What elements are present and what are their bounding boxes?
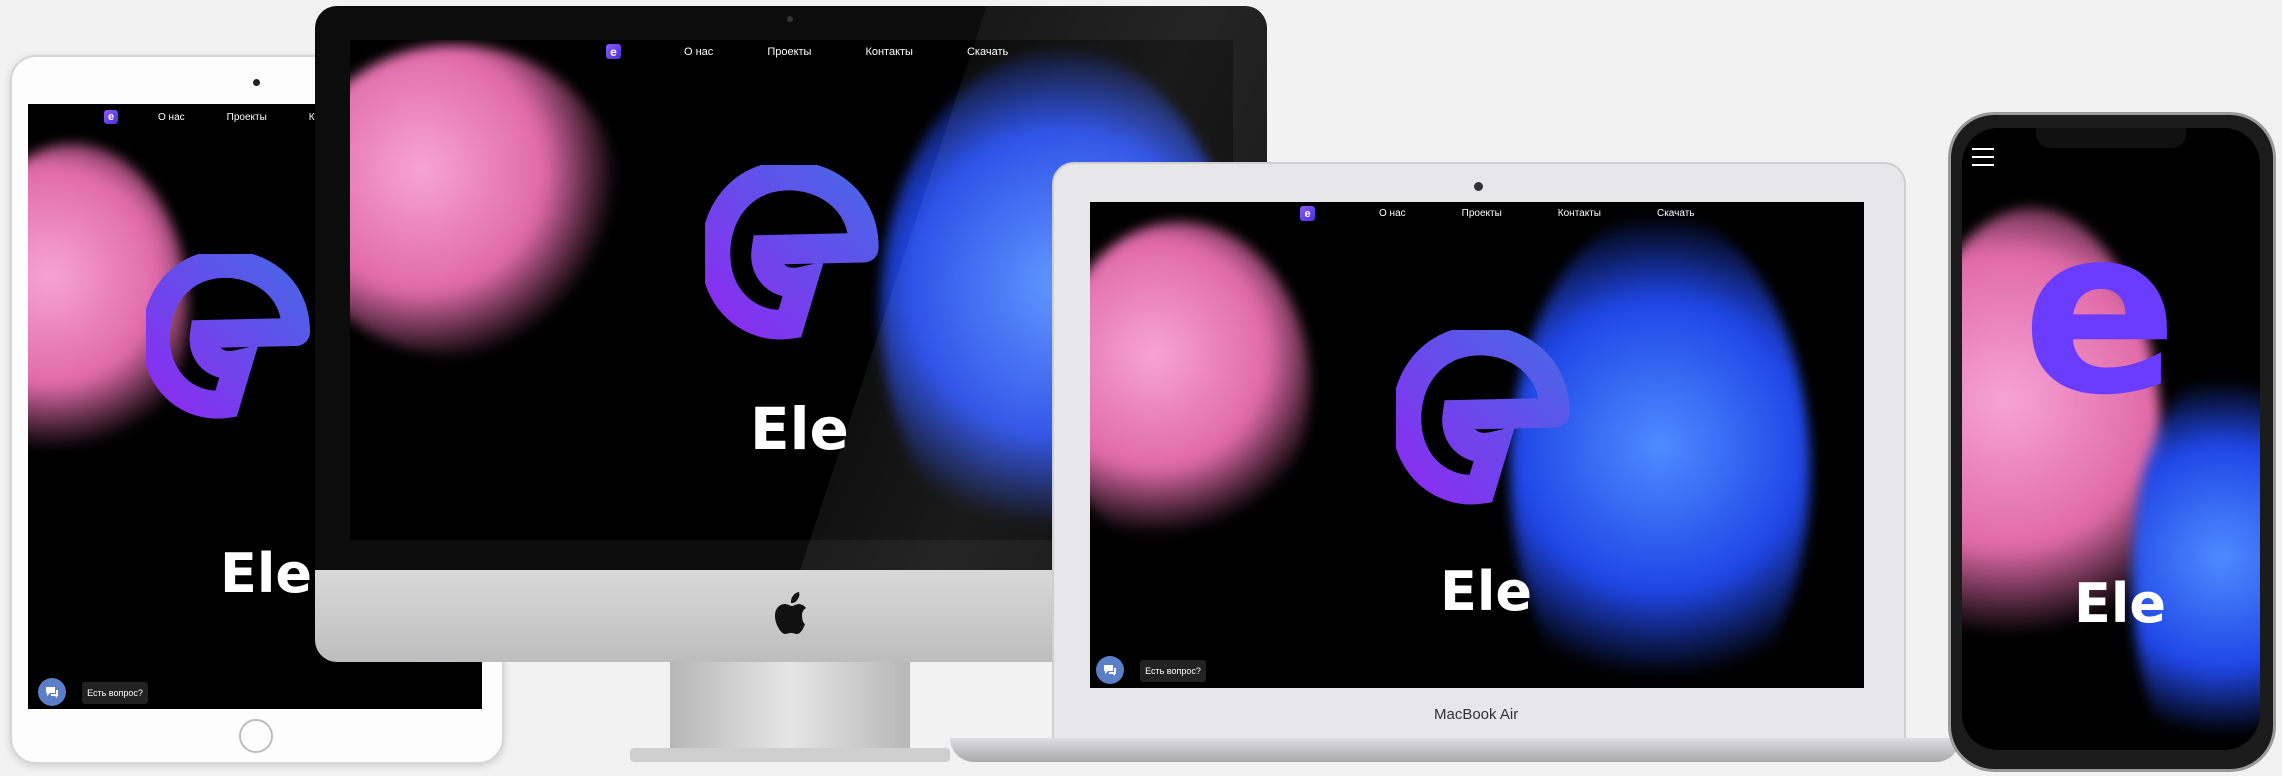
ipad-camera (253, 79, 260, 86)
apple-logo-icon (775, 592, 806, 634)
nav-link-about[interactable]: О нас (158, 112, 185, 123)
ipad-home-button (239, 719, 273, 753)
phone-notch (2036, 128, 2186, 148)
laptop-brand-label: MacBook Air (1434, 706, 1519, 723)
hero-title: Ele (220, 542, 313, 605)
nav-link-download[interactable]: Скачать (1657, 208, 1695, 219)
e-logo-icon[interactable]: e (1300, 206, 1315, 221)
hero-logo-graphic (146, 254, 310, 419)
chat-label[interactable]: Есть вопрос? (82, 682, 148, 704)
chat-button[interactable] (38, 678, 66, 706)
nav-link-about[interactable]: О нас (1379, 208, 1406, 219)
nav-link-contacts[interactable]: Контакты (865, 46, 913, 58)
hero-logo-graphic (1396, 330, 1570, 505)
hero-title: Ele (2074, 572, 2167, 635)
imac-stand (670, 662, 910, 760)
imac-foot (630, 748, 950, 762)
chat-icon (1104, 665, 1116, 676)
nav-link-projects[interactable]: Проекты (227, 112, 267, 123)
e-logo-icon[interactable]: e (606, 44, 621, 59)
hero-title: Ele (1440, 560, 1533, 623)
chat-icon (46, 687, 58, 698)
phone-screen: e Ele (1962, 128, 2260, 750)
nav-link-projects[interactable]: Проекты (767, 46, 811, 58)
menu-icon[interactable] (1972, 148, 1994, 166)
imac-camera (787, 16, 793, 22)
hero-logo-letter: e (2022, 179, 2178, 446)
nav-link-about[interactable]: О нас (684, 46, 713, 58)
laptop-camera (1474, 182, 1483, 191)
imac-nav: e О нас Проекты Контакты Скачать (606, 44, 1008, 59)
chat-button[interactable] (1096, 656, 1124, 684)
laptop-nav: e О нас Проекты Контакты Скачать (1300, 206, 1694, 221)
laptop-base (950, 738, 1960, 762)
nav-link-contacts[interactable]: Контакты (1558, 208, 1601, 219)
chat-label[interactable]: Есть вопрос? (1140, 660, 1206, 682)
nav-link-projects[interactable]: Проекты (1462, 208, 1502, 219)
e-logo-icon[interactable]: e (104, 110, 118, 124)
laptop-screen: e О нас Проекты Контакты Скачать Ele Ест… (1090, 202, 1864, 688)
hero-logo-graphic (705, 165, 879, 340)
hero-title: Ele (750, 395, 849, 463)
